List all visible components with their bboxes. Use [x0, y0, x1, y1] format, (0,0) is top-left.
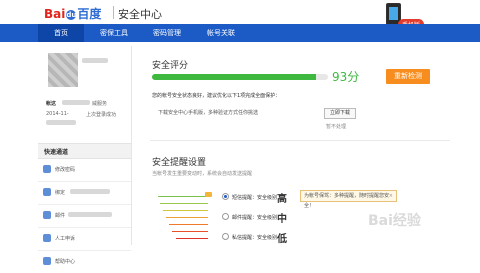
sidebar-item-phone[interactable]: 绑定	[38, 182, 131, 205]
avatar[interactable]	[48, 53, 78, 87]
paw-icon: du	[66, 9, 77, 20]
blurred-email	[68, 212, 112, 217]
section-divider	[150, 140, 450, 141]
blurred-username	[82, 58, 108, 63]
level-bar-yellow	[163, 210, 208, 211]
alert-email-radio[interactable]	[222, 213, 229, 220]
blurred-account	[62, 100, 90, 105]
level-indicator-icon	[205, 192, 212, 197]
security-score-progress	[152, 74, 328, 80]
level-bar-red	[172, 231, 208, 232]
progress-fill	[152, 74, 316, 80]
sidebar-item-label: 帮助中心	[55, 259, 76, 265]
account-service-text: 威服务	[92, 101, 108, 107]
alert-message-radio[interactable]	[222, 233, 229, 240]
account-label: 帐这	[46, 101, 57, 107]
level-bar-darkorange	[169, 224, 208, 225]
alert-sms-label: 短信提醒：安全级别	[232, 195, 278, 201]
alert-settings-title: 安全提醒设置	[152, 158, 207, 168]
close-icon[interactable]: ×	[389, 191, 393, 201]
mail-icon	[43, 211, 51, 219]
sidebar-item-change-password[interactable]: 修改密码	[38, 159, 131, 182]
top-header: Baidu百度 安全中心 手机版	[0, 0, 480, 30]
main-nav: 首页 密保工具 密码管理 帐号关联	[0, 24, 480, 42]
quick-access-title: 快速通道	[44, 149, 69, 156]
nav-account-link[interactable]: 帐号关联	[196, 24, 246, 42]
phone-screen	[389, 7, 398, 20]
level-bar-green	[158, 196, 210, 197]
alert-sms-radio[interactable]	[222, 193, 229, 200]
nav-security-tools[interactable]: 密保工具	[88, 24, 140, 42]
quick-access-header: 快速通道	[38, 143, 131, 159]
alert-email-grade: 中	[277, 214, 287, 225]
blurred-info	[46, 120, 76, 125]
recheck-button[interactable]: 重新检测	[386, 69, 430, 84]
sidebar-item-help[interactable]: 帮助中心	[38, 251, 131, 273]
baidu-logo[interactable]: Baidu百度	[44, 5, 101, 22]
download-now-button[interactable]: 立即下载	[324, 108, 356, 119]
sidebar-item-label: 邮件	[55, 213, 66, 219]
login-time: 2014-11-	[46, 111, 69, 117]
key-icon	[43, 165, 51, 173]
logo-text: Bai	[44, 7, 66, 21]
logo-text-cn: 百度	[77, 7, 102, 21]
security-score-title: 安全评分	[152, 61, 189, 71]
header-divider	[113, 6, 114, 19]
nav-home[interactable]: 首页	[38, 24, 84, 42]
help-icon	[43, 257, 51, 265]
sidebar: 帐这 威服务 2014-11- 上次登录成功 快速通道 修改密码 绑定 邮件 人…	[38, 46, 132, 265]
alert-settings-subtitle: 当帐号发生重要变动时，系统会自动发送提醒	[152, 171, 253, 177]
level-bar-orange	[166, 217, 208, 218]
alert-tip-text: 为帐号保驾：多种提醒，随时提醒您安全！	[304, 193, 390, 209]
security-status-text: 您的帐号安全状态良好，建议优化以下1项完成全面保护：	[152, 93, 281, 99]
sidebar-item-email[interactable]: 邮件	[38, 205, 131, 228]
download-app-text: 下载安全中心手机版，多种验证方式任你挑选	[158, 110, 259, 116]
last-login-text: 上次登录成功	[86, 112, 117, 118]
alert-sms-grade: 高	[277, 194, 287, 205]
sidebar-item-label: 修改密码	[55, 167, 76, 173]
alert-message-label: 私信提醒：安全级别	[232, 235, 278, 241]
level-bar-lightgreen	[160, 203, 208, 204]
sidebar-item-appeal[interactable]: 人工申诉	[38, 228, 131, 251]
sidebar-item-label: 绑定	[55, 190, 66, 196]
hide-link[interactable]: 暂不处理	[326, 123, 346, 130]
level-bar-darkred	[176, 238, 208, 239]
site-title: 安全中心	[118, 8, 162, 21]
nav-password-management[interactable]: 密码管理	[142, 24, 192, 42]
alert-tip-box: 为帐号保驾：多种提醒，随时提醒您安全！ ×	[300, 190, 397, 209]
alert-email-label: 邮件提醒：安全级别	[232, 215, 278, 221]
watermark: Bai经验	[368, 213, 421, 229]
alert-message-grade: 低	[277, 234, 287, 245]
person-icon	[43, 234, 51, 242]
blurred-phone	[70, 189, 110, 194]
sidebar-item-label: 人工申诉	[55, 236, 76, 242]
security-score-value: 93分	[332, 70, 360, 84]
phone-icon	[43, 188, 51, 196]
